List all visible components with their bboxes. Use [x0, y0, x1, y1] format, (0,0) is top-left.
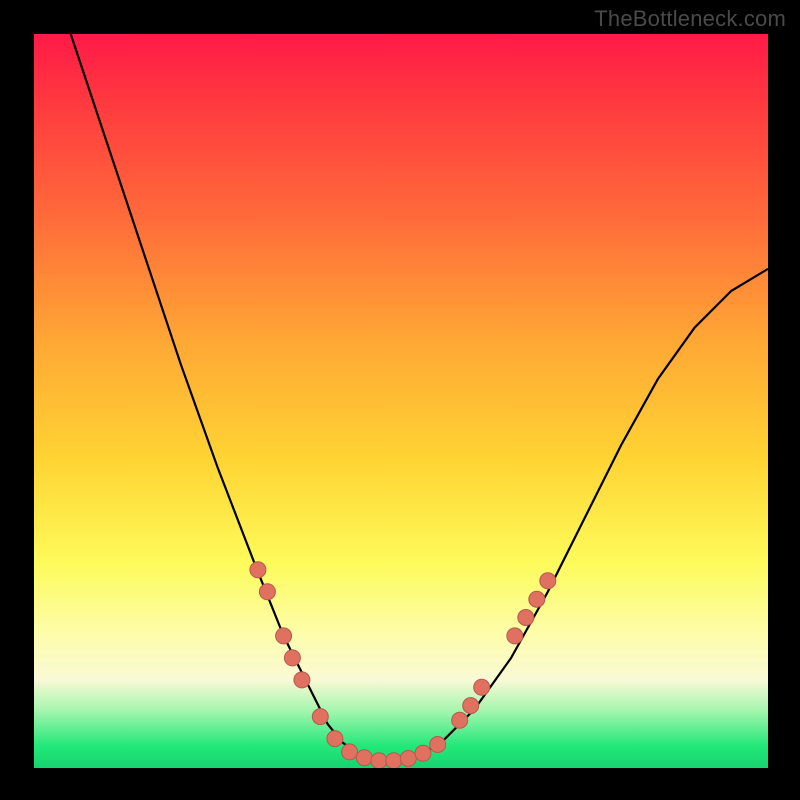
curve-marker	[474, 679, 490, 695]
bottleneck-curve-svg	[34, 34, 768, 768]
curve-marker	[250, 562, 266, 578]
curve-marker	[294, 672, 310, 688]
curve-marker	[540, 573, 556, 589]
curve-marker	[507, 628, 523, 644]
curve-marker	[463, 698, 479, 714]
curve-marker	[327, 731, 343, 747]
curve-markers	[250, 562, 556, 768]
curve-marker	[276, 628, 292, 644]
watermark-text: TheBottleneck.com	[594, 6, 786, 32]
curve-marker	[371, 753, 387, 768]
curve-marker	[356, 750, 372, 766]
curve-marker	[259, 584, 275, 600]
curve-marker	[284, 650, 300, 666]
curve-marker	[386, 753, 402, 768]
curve-marker	[518, 610, 534, 626]
curve-marker	[312, 709, 328, 725]
curve-marker	[342, 744, 358, 760]
curve-marker	[529, 591, 545, 607]
curve-marker	[430, 737, 446, 753]
plot-area	[34, 34, 768, 768]
chart-frame: TheBottleneck.com	[0, 0, 800, 800]
curve-marker	[452, 712, 468, 728]
curve-marker	[400, 751, 416, 767]
bottleneck-curve-path	[71, 34, 768, 761]
curve-marker	[415, 745, 431, 761]
